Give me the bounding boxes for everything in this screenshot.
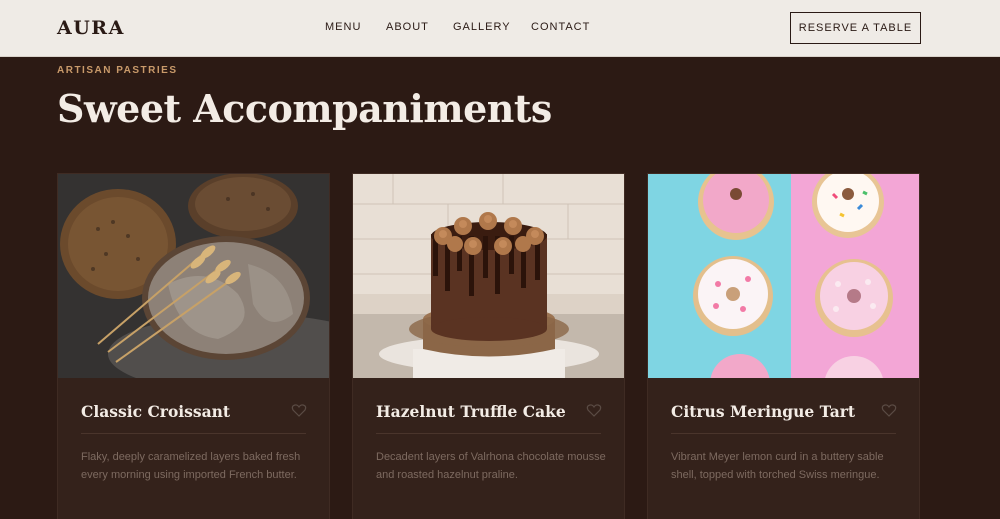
- card-description: Flaky, deeply caramelized layers baked f…: [81, 451, 301, 481]
- reserve-table-button[interactable]: RESERVE A TABLE: [790, 12, 921, 44]
- product-card-hazelnut-cake[interactable]: Hazelnut Truffle Cake Decadent layers of…: [352, 173, 625, 519]
- brand-logo[interactable]: AURA: [57, 17, 125, 39]
- donuts-image: [648, 174, 919, 378]
- nav-link-about[interactable]: ABOUT: [386, 21, 429, 33]
- card-description: Decadent layers of Valrhona chocolate mo…: [376, 451, 606, 481]
- heart-icon[interactable]: [291, 402, 307, 418]
- card-divider: [376, 433, 601, 434]
- section-title: Sweet Accompaniments: [57, 86, 552, 131]
- card-title: Citrus Meringue Tart: [671, 402, 856, 421]
- heart-icon[interactable]: [586, 402, 602, 418]
- chocolate-cake-image: [353, 174, 624, 378]
- product-card-meringue-tart[interactable]: Citrus Meringue Tart Vibrant Meyer lemon…: [647, 173, 920, 519]
- card-description: Vibrant Meyer lemon curd in a buttery sa…: [671, 451, 884, 481]
- section-eyebrow: ARTISAN PASTRIES: [57, 65, 178, 76]
- card-title: Classic Croissant: [81, 402, 231, 421]
- card-title: Hazelnut Truffle Cake: [376, 402, 566, 421]
- top-nav: AURA MENU ABOUT GALLERY CONTACT RESERVE …: [0, 0, 1000, 57]
- product-card-croissant[interactable]: Classic Croissant Flaky, deeply carameli…: [57, 173, 330, 519]
- heart-icon[interactable]: [881, 402, 897, 418]
- nav-link-menu[interactable]: MENU: [325, 21, 361, 33]
- card-divider: [671, 433, 896, 434]
- bread-image: [58, 174, 329, 378]
- nav-link-gallery[interactable]: GALLERY: [453, 21, 511, 33]
- card-divider: [81, 433, 306, 434]
- nav-link-contact[interactable]: CONTACT: [531, 21, 590, 33]
